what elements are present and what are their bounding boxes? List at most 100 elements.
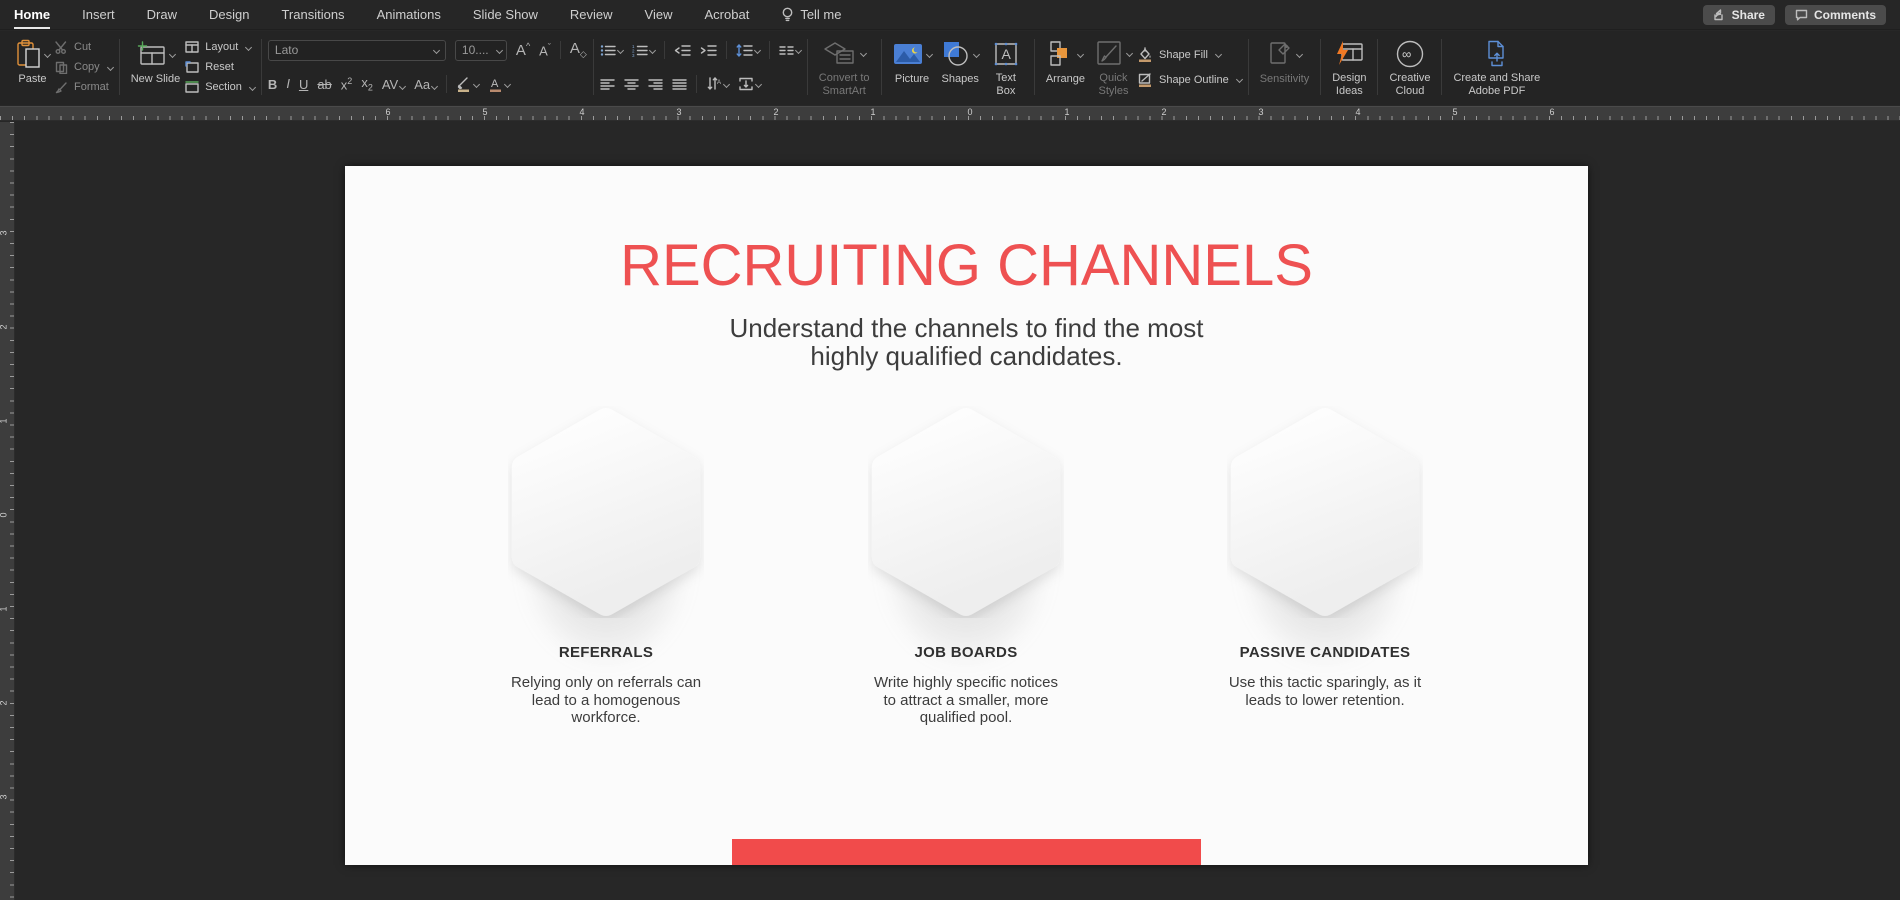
editing-canvas[interactable]: RECRUITING CHANNELS Understand the chann… bbox=[16, 122, 1900, 900]
ruler-number: 1 bbox=[0, 418, 9, 423]
tell-me[interactable]: Tell me bbox=[781, 7, 841, 22]
italic-button[interactable]: I bbox=[286, 76, 290, 92]
menu-tab-view[interactable]: View bbox=[645, 7, 673, 22]
section-icon bbox=[185, 81, 199, 93]
highlight-color-button[interactable] bbox=[456, 76, 479, 92]
menu-tab-insert[interactable]: Insert bbox=[82, 7, 115, 22]
horizontal-ruler[interactable]: 6543210123456 bbox=[0, 106, 1900, 121]
svg-text:A: A bbox=[1001, 46, 1011, 62]
accent-bar-shape[interactable] bbox=[732, 839, 1201, 865]
font-color-button[interactable]: A bbox=[488, 76, 510, 92]
format-painter-button[interactable]: Format bbox=[55, 79, 113, 96]
convert-smartart-label: Convert toSmartArt bbox=[819, 72, 870, 97]
card-referrals[interactable]: REFERRALS Relying only on referrals can … bbox=[491, 406, 721, 727]
picture-button[interactable]: Picture bbox=[888, 35, 937, 99]
shrink-font-button[interactable]: Aˇ bbox=[539, 42, 551, 58]
format-label: Format bbox=[74, 81, 109, 93]
strikethrough-button[interactable]: ab bbox=[317, 77, 331, 92]
numbering-button[interactable]: 1 2 3 bbox=[632, 44, 655, 57]
hexagon-wrap bbox=[1210, 406, 1440, 618]
text-box-button[interactable]: A TextBox bbox=[984, 35, 1028, 99]
group-divider bbox=[1034, 39, 1035, 95]
copy-dropdown-chevron[interactable] bbox=[107, 63, 114, 70]
increase-indent-button[interactable] bbox=[700, 44, 717, 57]
copy-button[interactable]: Copy bbox=[55, 59, 113, 76]
menu-tab-design[interactable]: Design bbox=[209, 7, 249, 22]
paste-label: Paste bbox=[18, 73, 46, 85]
design-ideas-button[interactable]: DesignIdeas bbox=[1327, 35, 1371, 99]
share-button[interactable]: Share bbox=[1703, 5, 1775, 25]
ruler-number: 2 bbox=[1161, 107, 1166, 117]
menu-tab-slide-show[interactable]: Slide Show bbox=[473, 7, 538, 22]
font-name-select[interactable]: Lato bbox=[268, 40, 446, 61]
slide-title[interactable]: RECRUITING CHANNELS bbox=[345, 232, 1588, 299]
hexagon-shape[interactable] bbox=[868, 406, 1064, 618]
share-label: Share bbox=[1732, 8, 1765, 22]
create-share-pdf-button[interactable]: Create and ShareAdobe PDF bbox=[1448, 35, 1545, 99]
hexagon-shape[interactable] bbox=[508, 406, 704, 618]
section-button[interactable]: Section bbox=[185, 79, 255, 96]
paste-button[interactable]: Paste bbox=[10, 35, 55, 99]
menu-tab-home[interactable]: Home bbox=[14, 7, 50, 22]
text-direction-button[interactable]: A bbox=[706, 77, 729, 91]
text-box-icon: A bbox=[993, 41, 1019, 67]
menu-tab-animations[interactable]: Animations bbox=[377, 7, 441, 22]
menu-tab-transitions[interactable]: Transitions bbox=[281, 7, 344, 22]
bold-button[interactable]: B bbox=[268, 77, 277, 92]
align-right-button[interactable] bbox=[648, 78, 663, 91]
convert-smartart-button[interactable]: Convert toSmartArt bbox=[814, 35, 875, 99]
new-slide-dropdown-chevron[interactable] bbox=[169, 50, 176, 57]
new-slide-button[interactable]: New Slide bbox=[126, 35, 186, 99]
sensitivity-button[interactable]: Sensitivity bbox=[1255, 35, 1315, 99]
sensitivity-label: Sensitivity bbox=[1260, 73, 1310, 85]
section-dropdown-chevron[interactable] bbox=[249, 83, 256, 90]
shapes-chevron bbox=[973, 50, 980, 57]
align-center-button[interactable] bbox=[624, 78, 639, 91]
layout-button[interactable]: Layout bbox=[185, 39, 255, 56]
slide[interactable]: RECRUITING CHANNELS Understand the chann… bbox=[345, 166, 1588, 865]
paste-dropdown-chevron[interactable] bbox=[44, 50, 51, 57]
card-body: Relying only on referrals can lead to a … bbox=[491, 674, 721, 727]
shapes-icon bbox=[942, 41, 970, 67]
hexagon-shape[interactable] bbox=[1227, 406, 1423, 618]
shapes-button[interactable]: Shapes bbox=[937, 35, 984, 99]
clipboard-stack: Cut Copy Format bbox=[55, 35, 113, 99]
card-passive-candidates[interactable]: PASSIVE CANDIDATES Use this tactic spari… bbox=[1210, 406, 1440, 709]
menu-tab-review[interactable]: Review bbox=[570, 7, 613, 22]
superscript-button[interactable]: x2 bbox=[341, 76, 353, 92]
shape-fill-button[interactable]: Shape Fill bbox=[1137, 46, 1242, 63]
slide-subtitle[interactable]: Understand the channels to find the most… bbox=[345, 314, 1588, 370]
character-spacing-button[interactable]: AV bbox=[382, 77, 405, 92]
shape-outline-button[interactable]: Shape Outline bbox=[1137, 71, 1242, 88]
bullets-button[interactable] bbox=[600, 44, 623, 57]
grow-font-button[interactable]: A^ bbox=[516, 41, 530, 59]
cut-button[interactable]: Cut bbox=[55, 39, 113, 56]
vertical-ruler[interactable]: 3210123 bbox=[0, 122, 15, 900]
arrange-button[interactable]: Arrange bbox=[1041, 35, 1090, 99]
comments-button[interactable]: Comments bbox=[1785, 5, 1886, 25]
columns-button[interactable] bbox=[779, 44, 801, 57]
line-spacing-button[interactable] bbox=[736, 44, 760, 57]
creative-cloud-button[interactable]: ∞ CreativeCloud bbox=[1384, 35, 1435, 99]
menu-tab-acrobat[interactable]: Acrobat bbox=[705, 7, 750, 22]
ruler-number: 4 bbox=[579, 107, 584, 117]
quick-styles-label: QuickStyles bbox=[1099, 72, 1129, 97]
change-case-button[interactable]: Aa bbox=[414, 77, 437, 92]
shape-fill-icon bbox=[1137, 47, 1153, 63]
align-left-button[interactable] bbox=[600, 78, 615, 91]
highlight-color-chevron bbox=[473, 80, 480, 87]
subscript-button[interactable]: x2 bbox=[361, 75, 373, 93]
quick-styles-button[interactable]: QuickStyles bbox=[1090, 35, 1137, 99]
clear-formatting-button[interactable]: A◇ bbox=[570, 40, 587, 60]
justify-button[interactable] bbox=[672, 78, 687, 91]
menu-tab-draw[interactable]: Draw bbox=[147, 7, 177, 22]
comments-label: Comments bbox=[1814, 8, 1876, 22]
layout-dropdown-chevron[interactable] bbox=[245, 43, 252, 50]
align-text-button[interactable] bbox=[738, 77, 761, 91]
font-size-select[interactable]: 10.... bbox=[455, 40, 507, 61]
decrease-indent-button[interactable] bbox=[674, 44, 691, 57]
font-name-chevron bbox=[433, 46, 440, 53]
underline-button[interactable]: U bbox=[299, 77, 308, 92]
card-job-boards[interactable]: JOB BOARDS Write highly specific notices… bbox=[851, 406, 1081, 727]
reset-button[interactable]: Reset bbox=[185, 59, 255, 76]
